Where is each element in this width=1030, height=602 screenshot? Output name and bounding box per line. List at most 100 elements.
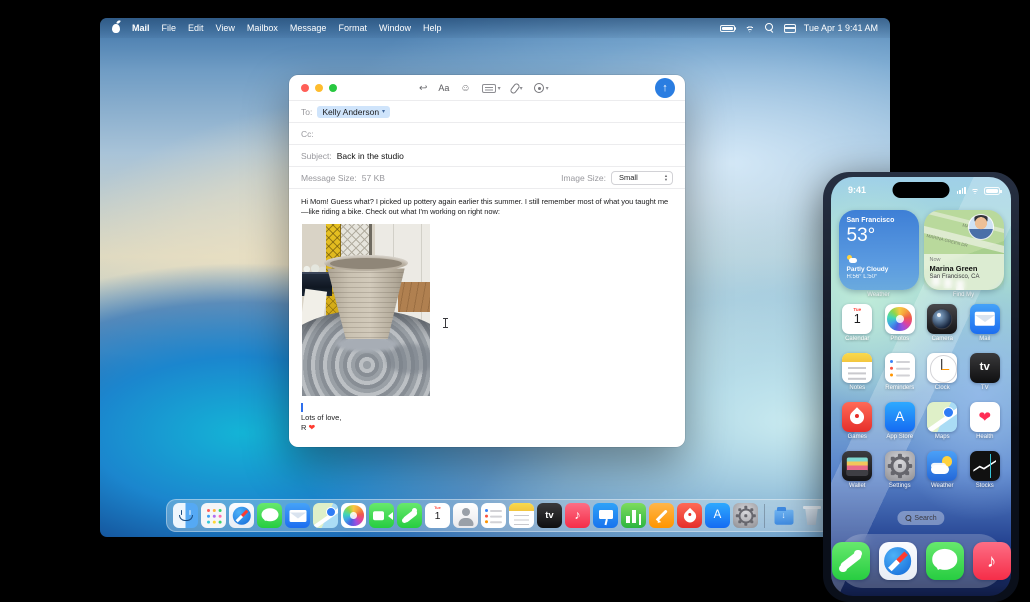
battery-icon[interactable]	[719, 24, 737, 32]
dock-item-keynote[interactable]	[593, 503, 618, 528]
send-button[interactable]	[655, 78, 675, 98]
home-app-settings[interactable]: Settings	[879, 451, 922, 489]
music-glyph: ♪	[986, 549, 997, 571]
minimize-button[interactable]	[315, 83, 323, 92]
dock-item-launchpad[interactable]	[201, 503, 226, 528]
home-app-photos[interactable]: Photos	[879, 304, 922, 342]
home-app-weather[interactable]: Weather	[921, 451, 964, 489]
dock-item-maps[interactable]	[313, 503, 338, 528]
weather-icon	[927, 451, 958, 481]
window-titlebar[interactable]: Aa	[289, 75, 685, 101]
dock-item-mail[interactable]	[285, 503, 310, 528]
wifi-icon[interactable]	[744, 24, 756, 33]
body-paragraph[interactable]: Hi Mom! Guess what? I picked up pottery …	[301, 197, 673, 217]
dock-item-facetime[interactable]	[369, 503, 394, 528]
apple-logo-icon[interactable]	[112, 23, 120, 33]
dock-item-numbers[interactable]	[621, 503, 646, 528]
app-store-glyph: A	[895, 409, 905, 425]
weather-widget[interactable]: San Francisco 53° Partly Cloudy H:56° L:…	[838, 210, 919, 290]
body-closing[interactable]: Lots of love,	[301, 413, 673, 423]
menu-message[interactable]: Message	[290, 23, 327, 33]
body-signature[interactable]: R ❤	[301, 423, 673, 434]
insert-photo-button[interactable]	[533, 83, 549, 93]
to-row[interactable]: To: Kelly Anderson	[289, 101, 685, 123]
dock-item-messages[interactable]	[257, 503, 282, 528]
home-app-calendar[interactable]: Tue 1 Calendar	[836, 304, 879, 342]
home-search-pill[interactable]: Search	[897, 511, 945, 525]
tv-icon: tv	[969, 353, 1000, 383]
home-app-notes[interactable]: Notes	[836, 353, 879, 391]
menu-file[interactable]: File	[162, 23, 177, 33]
dock-item-phone[interactable]	[397, 503, 422, 528]
dock-item-contacts[interactable]	[453, 503, 478, 528]
home-app-mail[interactable]: Mail	[964, 304, 1007, 342]
home-app-health[interactable]: ❤ Health	[964, 402, 1007, 440]
dock-item-photos[interactable]	[341, 503, 366, 528]
home-app-stocks[interactable]: Stocks	[964, 451, 1007, 489]
dock-item-notes[interactable]	[509, 503, 534, 528]
menu-bar-left: Mail File Edit View Mailbox Message Form…	[112, 23, 442, 33]
dock-item-finder[interactable]	[173, 503, 198, 528]
image-size-popup[interactable]: Small ▲ ▼	[611, 170, 673, 185]
music-icon: ♪	[565, 503, 590, 528]
cc-row[interactable]: Cc:	[289, 123, 685, 145]
iphone-dock-music[interactable]: ♪	[972, 542, 1011, 580]
dock-item-app-store[interactable]: A	[705, 503, 730, 528]
dock-item-pages[interactable]	[649, 503, 674, 528]
spotlight-search-icon[interactable]	[764, 23, 775, 33]
dock-item-downloads[interactable]: ↓	[771, 503, 796, 528]
subject-value[interactable]: Back in the studio	[337, 151, 404, 161]
home-app-camera[interactable]: Camera	[921, 304, 964, 342]
reminders-icon	[884, 353, 915, 383]
home-app-clock[interactable]: Clock	[921, 353, 964, 391]
home-app-wallet[interactable]: Wallet	[836, 451, 879, 489]
format-button[interactable]: Aa	[438, 83, 449, 93]
menu-format[interactable]: Format	[338, 23, 367, 33]
trash-icon	[799, 503, 824, 528]
games-icon	[842, 402, 873, 432]
dock-item-reminders[interactable]	[481, 503, 506, 528]
dock-divider	[764, 503, 765, 528]
message-body[interactable]: Hi Mom! Guess what? I picked up pottery …	[289, 189, 685, 433]
photo-shelf-objects	[302, 261, 326, 274]
app-label: Clock	[934, 385, 950, 391]
home-app-app-store[interactable]: A App Store	[879, 402, 922, 440]
header-fields-button[interactable]	[481, 83, 501, 93]
control-center-icon[interactable]	[783, 23, 796, 33]
menu-bar-status: Tue Apr 1 9:41 AM	[719, 23, 878, 33]
dock-item-tv[interactable]: tv	[537, 503, 562, 528]
iphone-dock-phone[interactable]	[831, 542, 870, 580]
menu-bar-clock[interactable]: Tue Apr 1 9:41 AM	[804, 23, 878, 33]
menu-window[interactable]: Window	[379, 23, 411, 33]
menu-mailbox[interactable]: Mailbox	[247, 23, 278, 33]
attach-button[interactable]	[508, 81, 523, 95]
home-app-games[interactable]: Games	[836, 402, 879, 440]
notes-icon	[842, 353, 873, 383]
pottery-photo-attachment[interactable]	[302, 223, 430, 396]
menu-edit[interactable]: Edit	[188, 23, 204, 33]
home-app-tv[interactable]: tv TV	[964, 353, 1007, 391]
menu-help[interactable]: Help	[423, 23, 442, 33]
dock-item-trash[interactable]	[799, 503, 824, 528]
menu-app-name[interactable]: Mail	[132, 23, 150, 33]
find-my-widget[interactable]: MARINA GREEN DR MARINA BLVD Now Marina G…	[923, 210, 1004, 290]
close-button[interactable]	[301, 83, 309, 92]
iphone-dock-messages[interactable]	[925, 542, 964, 580]
tv-glyph: tv	[979, 361, 990, 374]
home-app-maps[interactable]: Maps	[921, 402, 964, 440]
recipient-token[interactable]: Kelly Anderson	[317, 105, 391, 118]
undo-icon[interactable]	[419, 83, 427, 94]
app-label: Maps	[934, 434, 950, 440]
subject-row[interactable]: Subject: Back in the studio	[289, 145, 685, 167]
emoji-icon[interactable]	[460, 83, 470, 94]
home-app-reminders[interactable]: Reminders	[879, 353, 922, 391]
dock-item-settings[interactable]	[733, 503, 758, 528]
iphone-dock-safari[interactable]	[878, 542, 917, 580]
dock-item-calendar[interactable]: Tue 1	[425, 503, 450, 528]
zoom-button[interactable]	[329, 83, 337, 92]
dock-item-music[interactable]: ♪	[565, 503, 590, 528]
dock-item-safari[interactable]	[229, 503, 254, 528]
app-label: Stocks	[975, 483, 994, 489]
menu-view[interactable]: View	[216, 23, 235, 33]
dock-item-games[interactable]	[677, 503, 702, 528]
